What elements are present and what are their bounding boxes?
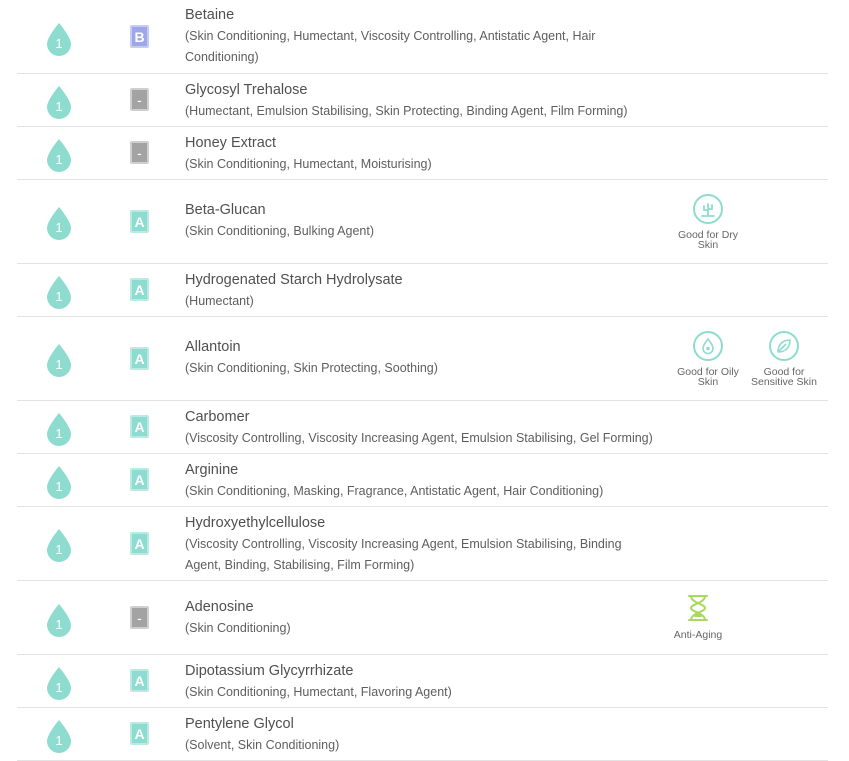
svg-text:1: 1 <box>55 152 62 167</box>
ingredient-name[interactable]: Dipotassium Glycyrrhizate <box>185 661 655 681</box>
grade-badge: A <box>130 532 149 555</box>
svg-text:1: 1 <box>55 680 62 695</box>
anti-aging-badge: Anti-Aging <box>658 594 738 640</box>
safety-score-icon: 1 <box>45 719 73 753</box>
ingredient-functions: (Viscosity Controlling, Viscosity Increa… <box>185 537 622 572</box>
ingredient-functions: (Skin Conditioning, Masking, Fragrance, … <box>185 484 604 498</box>
ingredient-row[interactable]: 1 A Arginine (Skin Conditioning, Masking… <box>17 454 828 507</box>
ingredient-functions: (Viscosity Controlling, Viscosity Increa… <box>185 431 653 445</box>
ingredient-row[interactable]: 1 A Allantoin (Skin Conditioning, Skin P… <box>17 317 828 401</box>
ingredient-name[interactable]: Beta-Glucan <box>185 200 655 220</box>
good-for-oily-skin-badge: Good for Oily Skin <box>668 331 748 387</box>
safety-score-icon: 1 <box>45 275 73 309</box>
good-for-dry-skin-badge: Good for Dry Skin <box>668 194 748 250</box>
svg-text:1: 1 <box>55 357 62 372</box>
grade-badge: A <box>130 415 149 438</box>
svg-text:1: 1 <box>55 99 62 114</box>
ingredient-row[interactable]: 1 A Pentylene Glycol (Solvent, Skin Cond… <box>17 708 828 761</box>
ingredient-functions: (Skin Conditioning, Humectant, Flavoring… <box>185 685 452 699</box>
ingredient-row[interactable]: 1 A Hydrogenated Starch Hydrolysate (Hum… <box>17 264 828 317</box>
safety-score-icon: 1 <box>45 85 73 119</box>
ingredient-functions: (Humectant, Emulsion Stabilising, Skin P… <box>185 104 628 118</box>
ingredient-name[interactable]: Glycosyl Trehalose <box>185 80 655 100</box>
safety-score-icon: 1 <box>45 465 73 499</box>
safety-score-icon: 1 <box>45 343 73 377</box>
oil-drop-icon <box>693 331 723 361</box>
ingredient-name[interactable]: Hydrogenated Starch Hydrolysate <box>185 270 655 290</box>
svg-text:1: 1 <box>55 220 62 235</box>
ingredient-name[interactable]: Carbomer <box>185 407 655 427</box>
hourglass-icon <box>685 594 711 622</box>
ingredient-row[interactable]: 1 - Glycosyl Trehalose (Humectant, Emuls… <box>17 74 828 127</box>
badge-label: Good for Oily Skin <box>677 366 739 388</box>
grade-badge: - <box>130 88 149 111</box>
ingredient-name[interactable]: Betaine <box>185 5 655 25</box>
ingredient-functions: (Skin Conditioning, Skin Protecting, Soo… <box>185 361 438 375</box>
badge-label: Good for Dry Skin <box>677 229 739 251</box>
ingredient-functions: (Skin Conditioning, Humectant, Viscosity… <box>185 29 596 64</box>
ingredient-name[interactable]: Hydroxyethylcellulose <box>185 513 655 533</box>
ingredient-functions: (Solvent, Skin Conditioning) <box>185 738 340 752</box>
safety-score-icon: 1 <box>45 22 73 56</box>
ingredient-row[interactable]: 1 A Hydroxyethylcellulose (Viscosity Con… <box>17 507 828 581</box>
svg-text:1: 1 <box>55 617 62 632</box>
grade-badge: A <box>130 210 149 233</box>
svg-text:1: 1 <box>55 289 62 304</box>
grade-badge: A <box>130 669 149 692</box>
ingredient-name[interactable]: Honey Extract <box>185 133 655 153</box>
badge-label: Anti-Aging <box>673 629 723 641</box>
badge-label: Good for Sensitive Skin <box>751 366 817 388</box>
ingredient-name[interactable]: Pentylene Glycol <box>185 714 655 734</box>
grade-badge: B <box>130 25 149 48</box>
ingredient-row[interactable]: 1 A Dipotassium Glycyrrhizate (Skin Cond… <box>17 655 828 708</box>
ingredient-name[interactable]: Arginine <box>185 460 655 480</box>
ingredient-functions: (Skin Conditioning, Bulking Agent) <box>185 224 375 238</box>
grade-badge: - <box>130 606 149 629</box>
svg-text:1: 1 <box>55 479 62 494</box>
safety-score-icon: 1 <box>45 138 73 172</box>
grade-badge: - <box>130 141 149 164</box>
svg-text:1: 1 <box>55 426 62 441</box>
ingredient-functions: (Skin Conditioning, Humectant, Moisturis… <box>185 157 432 171</box>
good-for-sensitive-skin-badge: Good for Sensitive Skin <box>744 331 824 387</box>
safety-score-icon: 1 <box>45 528 73 562</box>
ingredient-row[interactable]: 1 A Beta-Glucan (Skin Conditioning, Bulk… <box>17 180 828 264</box>
safety-score-icon: 1 <box>45 412 73 446</box>
svg-text:1: 1 <box>55 36 62 51</box>
svg-text:1: 1 <box>55 542 62 557</box>
safety-score-icon: 1 <box>45 603 73 637</box>
svg-text:1: 1 <box>55 733 62 748</box>
ingredient-row[interactable]: 1 - Adenosine (Skin Conditioning) Anti-A… <box>17 581 828 655</box>
ingredient-functions: (Skin Conditioning) <box>185 621 291 635</box>
grade-badge: A <box>130 468 149 491</box>
cactus-icon <box>693 194 723 224</box>
ingredient-row[interactable]: 1 - Honey Extract (Skin Conditioning, Hu… <box>17 127 828 180</box>
ingredient-row[interactable]: 1 A Carbomer (Viscosity Controlling, Vis… <box>17 401 828 454</box>
ingredient-name[interactable]: Adenosine <box>185 597 655 617</box>
grade-badge: A <box>130 278 149 301</box>
ingredient-list: 1 B Betaine (Skin Conditioning, Humectan… <box>17 0 828 761</box>
grade-badge: A <box>130 722 149 745</box>
safety-score-icon: 1 <box>45 206 73 240</box>
ingredient-name[interactable]: Allantoin <box>185 337 655 357</box>
safety-score-icon: 1 <box>45 666 73 700</box>
leaf-icon <box>769 331 799 361</box>
grade-badge: A <box>130 347 149 370</box>
ingredient-row[interactable]: 1 B Betaine (Skin Conditioning, Humectan… <box>17 0 828 74</box>
ingredient-functions: (Humectant) <box>185 294 254 308</box>
